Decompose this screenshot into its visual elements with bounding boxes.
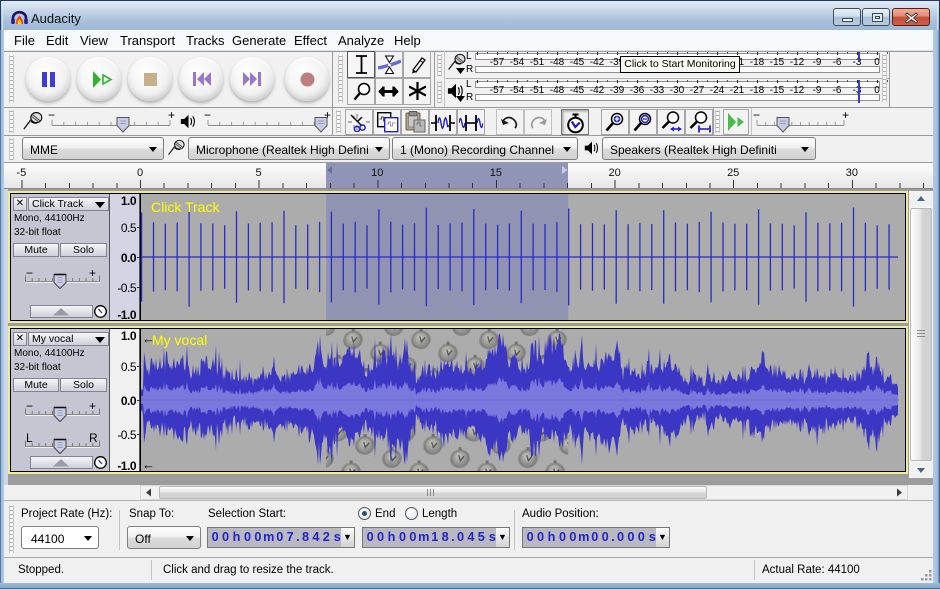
svg-text:15: 15 <box>490 167 502 179</box>
svg-text:+: + <box>168 110 175 122</box>
svg-text:30: 30 <box>846 167 858 179</box>
svg-text:20: 20 <box>608 167 620 179</box>
svg-text:+: + <box>842 110 849 122</box>
svg-text:-5: -5 <box>16 167 26 179</box>
svg-text:0: 0 <box>137 167 143 179</box>
svg-text:25: 25 <box>727 167 739 179</box>
svg-text:5: 5 <box>256 167 262 179</box>
svg-text:10: 10 <box>371 167 383 179</box>
